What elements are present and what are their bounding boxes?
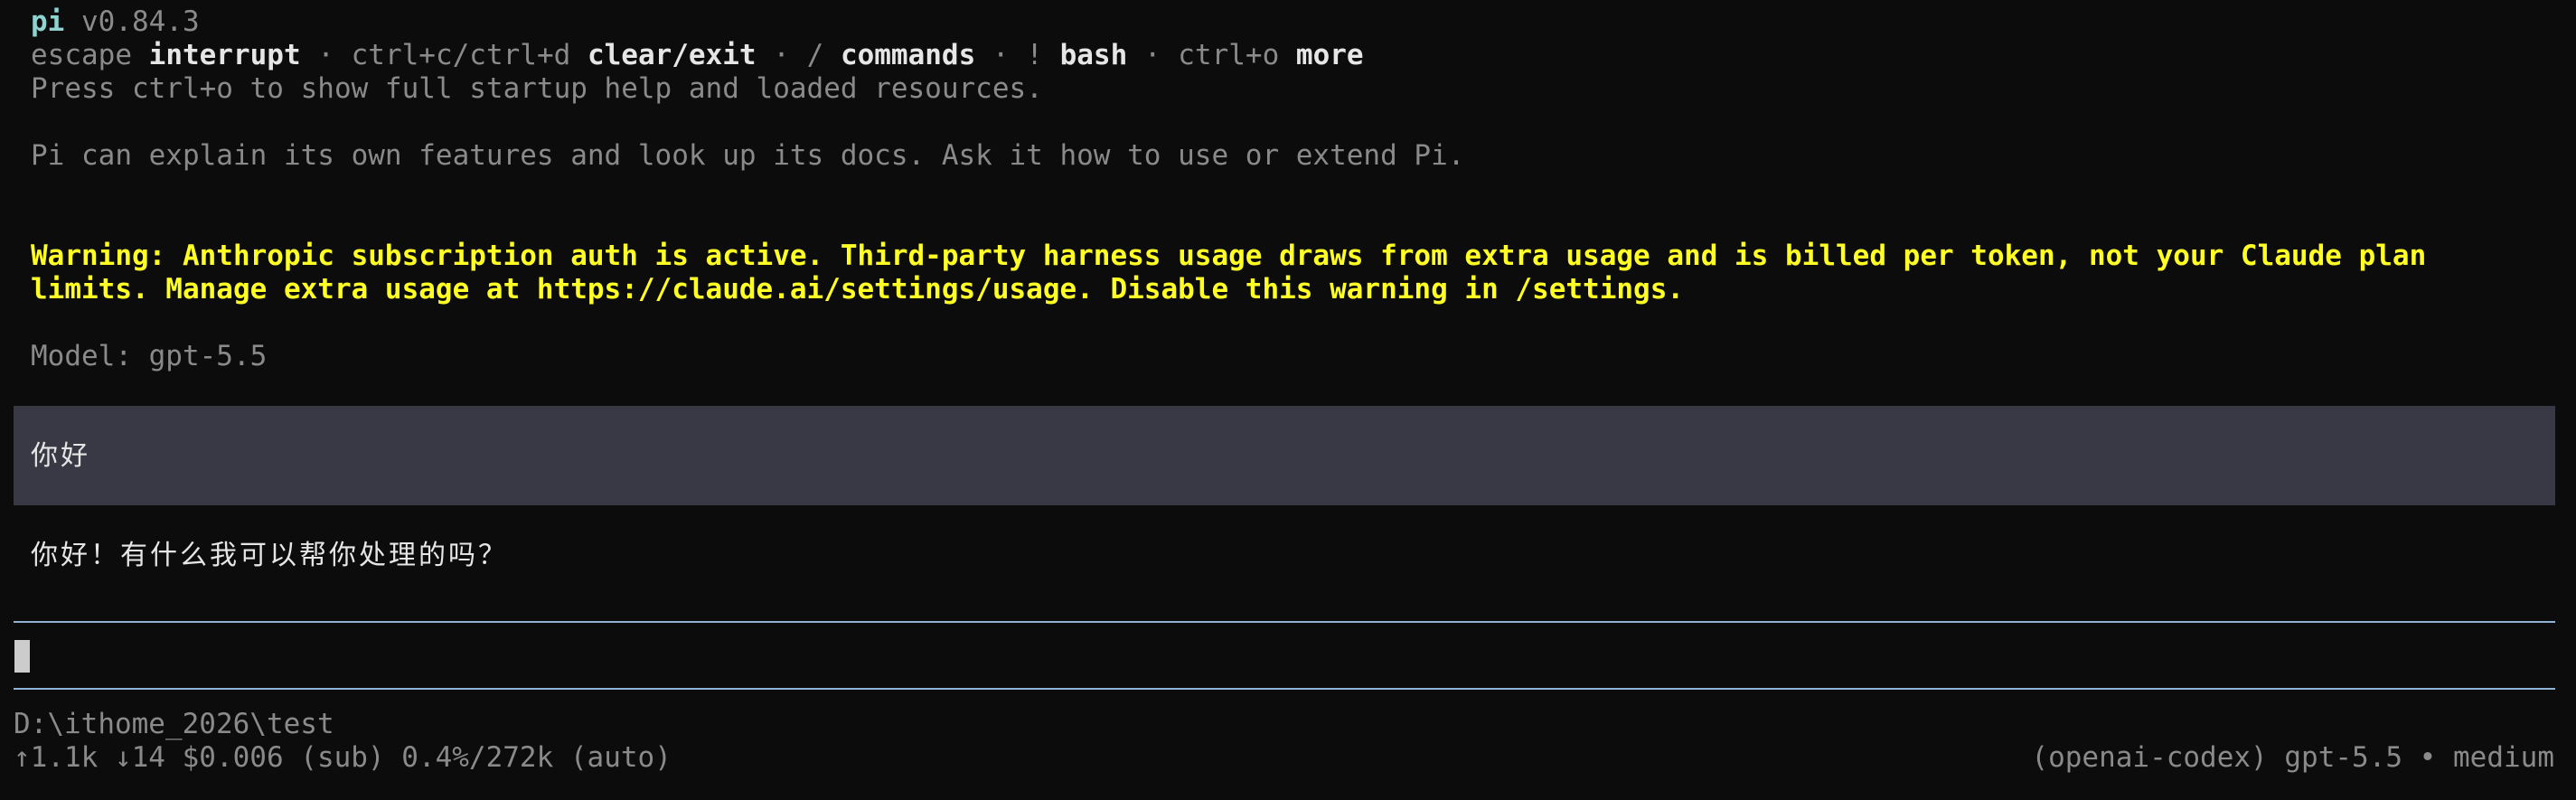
- shortcut-action: clear/exit: [587, 39, 757, 71]
- cwd-path: D:\ithome_2026\test: [14, 708, 334, 740]
- app-name: pi: [31, 5, 65, 38]
- input-bottom-rule: [14, 688, 2555, 690]
- shortcut-separator: ·: [300, 39, 352, 71]
- shortcut-separator: ·: [756, 39, 807, 71]
- shortcut-key: /: [806, 39, 824, 71]
- user-message-block: [14, 406, 2555, 505]
- shortcut-key: ctrl+o: [1178, 39, 1280, 71]
- shortcut-separator: ·: [1127, 39, 1179, 71]
- startup-hint: Press ctrl+o to show full startup help a…: [31, 72, 1043, 105]
- assistant-message: 你好！有什么我可以帮你处理的吗？: [31, 540, 508, 571]
- usage-stats: ↑1.1k ↓14 $0.006 (sub) 0.4%/272k (auto): [14, 741, 672, 774]
- text-cursor: [14, 640, 30, 673]
- prompt-input[interactable]: [14, 624, 2555, 687]
- shortcut-action: interrupt: [148, 39, 301, 71]
- shortcut-key: ctrl+c/ctrl+d: [351, 39, 571, 71]
- shortcut-separator: ·: [975, 39, 1027, 71]
- app-version: v0.84.3: [81, 5, 200, 38]
- shortcut-action: commands: [840, 39, 976, 71]
- header-line: pi v0.84.3: [31, 5, 200, 39]
- user-message: 你好: [31, 440, 90, 472]
- input-top-rule: [14, 621, 2555, 623]
- shortcut-action: more: [1295, 39, 1364, 71]
- shortcut-action: bash: [1059, 39, 1128, 71]
- warning-line-1: Warning: Anthropic subscription auth is …: [31, 240, 2427, 272]
- model-info: (openai-codex) gpt-5.5 • medium: [2031, 741, 2554, 774]
- model-line: Model: gpt-5.5: [31, 340, 268, 372]
- shortcut-key: escape: [31, 39, 132, 71]
- intro-text: Pi can explain its own features and look…: [31, 139, 1465, 172]
- shortcut-key: !: [1026, 39, 1043, 71]
- shortcuts-line: escape interrupt · ctrl+c/ctrl+d clear/e…: [31, 39, 1364, 72]
- warning-line-2: limits. Manage extra usage at https://cl…: [31, 273, 1685, 306]
